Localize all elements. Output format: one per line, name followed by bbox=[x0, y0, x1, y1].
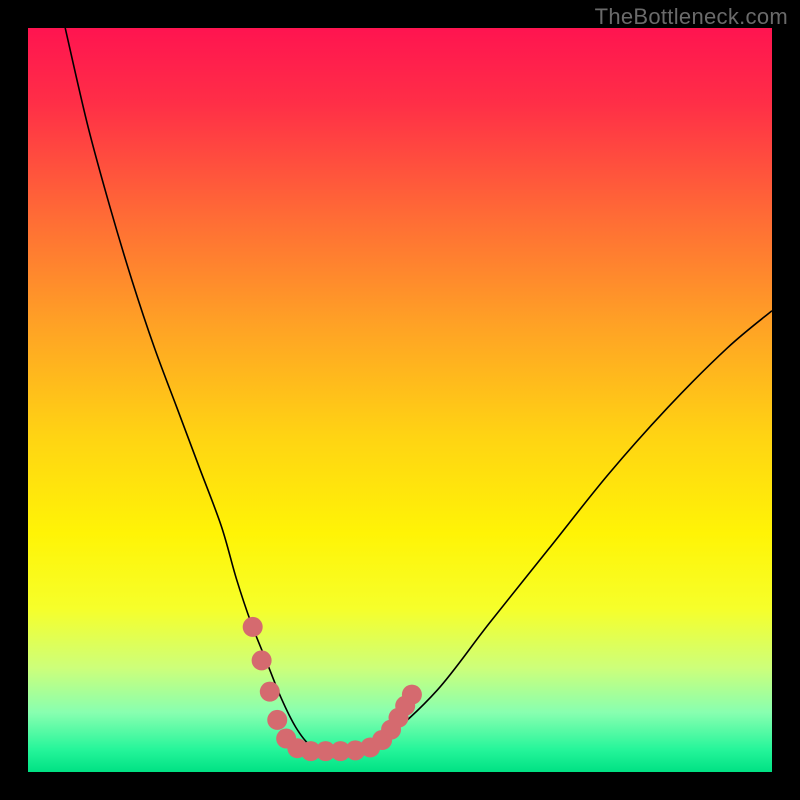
trough-marker bbox=[260, 682, 280, 702]
trough-marker bbox=[267, 710, 287, 730]
trough-marker bbox=[252, 650, 272, 670]
bottleneck-chart bbox=[28, 28, 772, 772]
chart-frame: TheBottleneck.com bbox=[0, 0, 800, 800]
watermark-text: TheBottleneck.com bbox=[595, 4, 788, 30]
trough-marker bbox=[243, 617, 263, 637]
gradient-background bbox=[28, 28, 772, 772]
trough-marker bbox=[402, 685, 422, 705]
